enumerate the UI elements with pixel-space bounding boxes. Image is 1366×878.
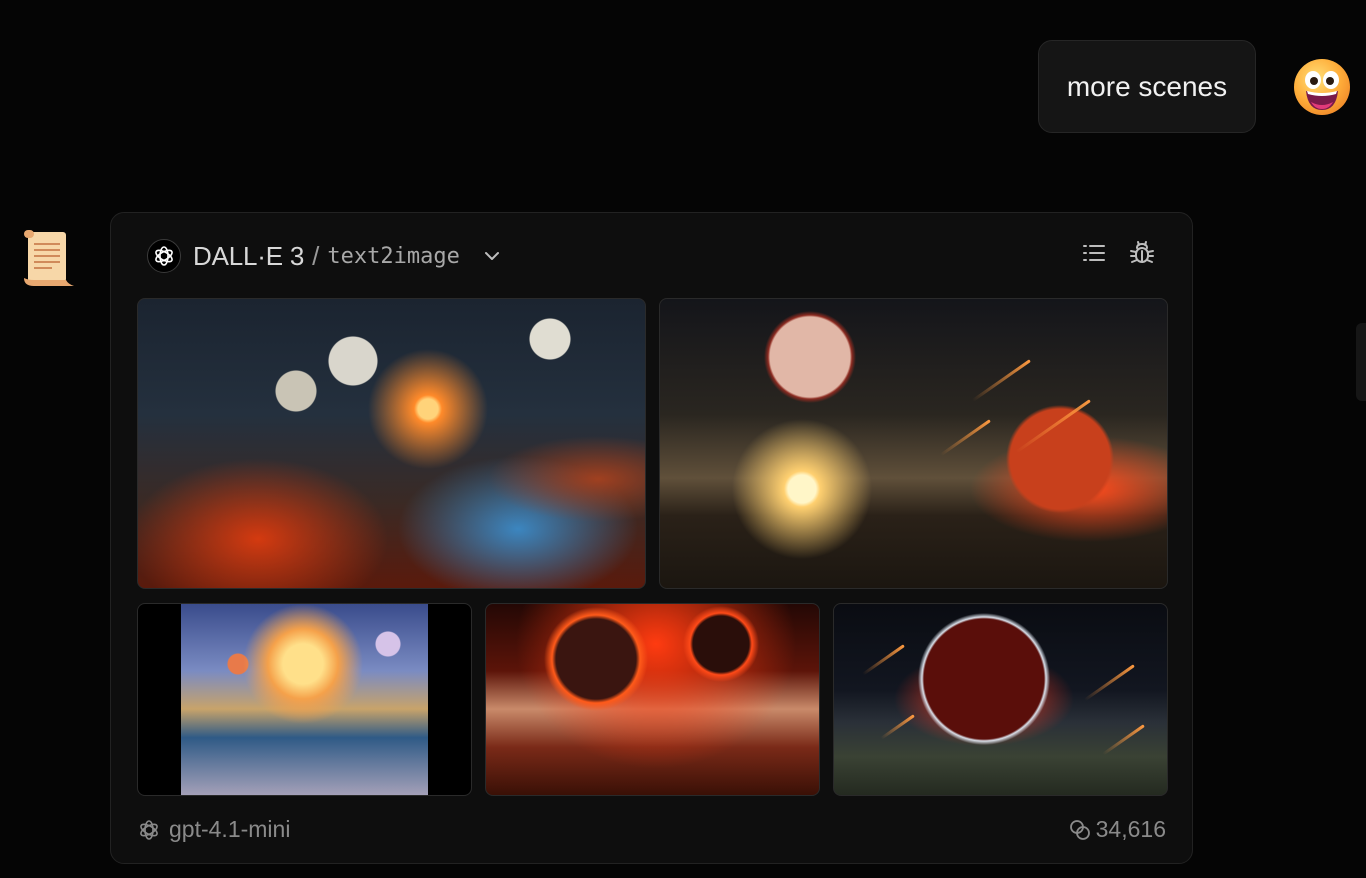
generated-image-5[interactable] [833,603,1168,796]
meteor-streak [939,419,991,457]
meteor-streak [971,359,1031,402]
user-message-text: more scenes [1066,70,1228,102]
generated-image-4[interactable] [485,603,820,796]
card-header: DALL·E 3 / text2image [147,237,502,275]
meteor-streak [1015,399,1091,454]
openai-logo-icon [140,819,158,840]
generated-image-2[interactable] [659,298,1168,589]
text2image-result-card: DALL·E 3 / text2image gpt-4.1-mini 34,61… [110,212,1193,864]
meteor-streak [880,714,915,740]
token-count: 34,616 [1095,816,1166,842]
scroll-icon [24,230,74,286]
user-avatar[interactable] [1293,58,1351,116]
card-footer-model: gpt-4.1-mini [137,816,290,843]
user-message-bubble: more scenes [1038,40,1256,133]
meteor-streak [862,644,905,676]
chevron-down-icon[interactable] [482,246,502,266]
openai-logo-icon [147,239,181,273]
meteor-streak [1083,664,1135,702]
model-name: DALL·E 3 [193,240,305,271]
footer-model-name: gpt-4.1-mini [169,816,291,842]
list-icon[interactable] [1080,239,1108,267]
card-header-actions [1080,239,1156,267]
generated-image-1[interactable] [137,298,646,589]
task-name: text2image [327,243,460,269]
generated-image-3[interactable] [137,603,472,796]
scrollbar-handle[interactable] [1356,323,1366,401]
coins-icon [1069,819,1090,840]
meteor-streak [1102,724,1145,756]
card-footer-tokens: 34,616 [1068,816,1166,843]
path-separator: / [312,240,320,271]
bug-icon[interactable] [1128,239,1156,267]
